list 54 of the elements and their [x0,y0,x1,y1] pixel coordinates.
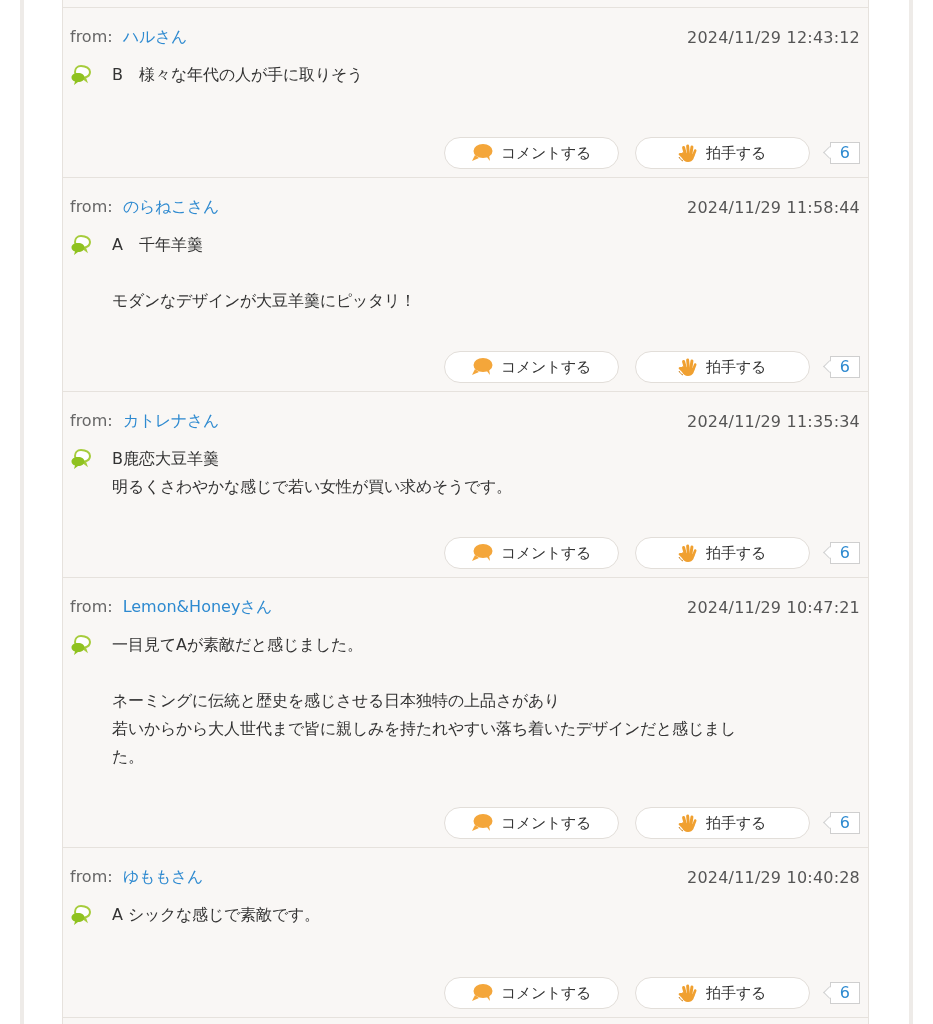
comment-text: 明るくさわやかな感じで若い女性が買い求めそうです。 [112,476,512,498]
chat-bubbles-icon [70,63,94,87]
waving-hand-icon [678,813,699,833]
post-date: 2024/11/29 11:35:34 [687,411,860,431]
clap-button[interactable]: 拍手する [634,537,810,569]
comment-button[interactable]: コメントする [443,807,619,839]
clap-button[interactable]: 拍手する [634,351,810,383]
comment-button[interactable]: コメントする [443,537,619,569]
comment-text: B 様々な年代の人が手に取りそう [112,64,363,86]
comment-text: A 千年羊羹 [112,234,203,256]
clap-count: 6 [823,542,860,564]
author-link[interactable]: カトレナさん [122,410,219,430]
waving-hand-icon [678,983,699,1003]
post-date: 2024/11/29 10:40:28 [687,867,860,887]
post-date: 2024/11/29 12:43:12 [687,27,860,47]
from-label: from: [70,410,113,430]
chat-bubbles-icon [70,903,94,927]
comment-text: 若いからから大人世代まで皆に親しみを持たれやすい落ち着いたデザインだと感じました。 [112,718,737,768]
clap-count: 6 [823,982,860,1004]
speech-bubble-icon [471,357,494,377]
from-label: from: [70,26,113,46]
post-date: 2024/11/29 10:47:21 [687,597,860,617]
speech-bubble-icon [471,813,494,833]
clap-button[interactable]: 拍手する [634,807,810,839]
chat-bubbles-icon [70,233,94,257]
clap-button[interactable]: 拍手する [634,137,810,169]
comment-text: A シックな感じで素敵です。 [112,904,321,926]
waving-hand-icon [678,143,699,163]
chat-bubbles-icon [70,447,94,471]
from-label: from: [70,866,113,886]
chat-bubbles-icon [70,633,94,657]
clap-count: 6 [823,812,860,834]
comment-text: モダンなデザインが大豆羊羹にピッタリ！ [112,290,416,312]
comment-text: ネーミングに伝統と歴史を感じさせる日本独特の上品さがあり [112,690,560,712]
author-link[interactable]: Lemon&Honeyさん [122,596,273,616]
waving-hand-icon [678,357,699,377]
comment-button[interactable]: コメントする [443,977,619,1009]
post-date: 2024/11/29 11:58:44 [687,197,860,217]
from-label: from: [70,596,113,616]
from-label: from: [70,196,113,216]
speech-bubble-icon [471,543,494,563]
author-link[interactable]: ハルさん [122,26,187,46]
comment-button[interactable]: コメントする [443,351,619,383]
comment-button[interactable]: コメントする [443,137,619,169]
clap-count: 6 [823,356,860,378]
speech-bubble-icon [471,983,494,1003]
waving-hand-icon [678,543,699,563]
comment-text: 一目見てAが素敵だと感じました。 [112,634,363,656]
author-link[interactable]: のらねこさん [122,196,219,216]
comment-text: B鹿恋大豆羊羹 [112,448,219,470]
clap-count: 6 [823,142,860,164]
speech-bubble-icon [471,143,494,163]
clap-button[interactable]: 拍手する [634,977,810,1009]
author-link[interactable]: ゆももさん [122,866,203,886]
